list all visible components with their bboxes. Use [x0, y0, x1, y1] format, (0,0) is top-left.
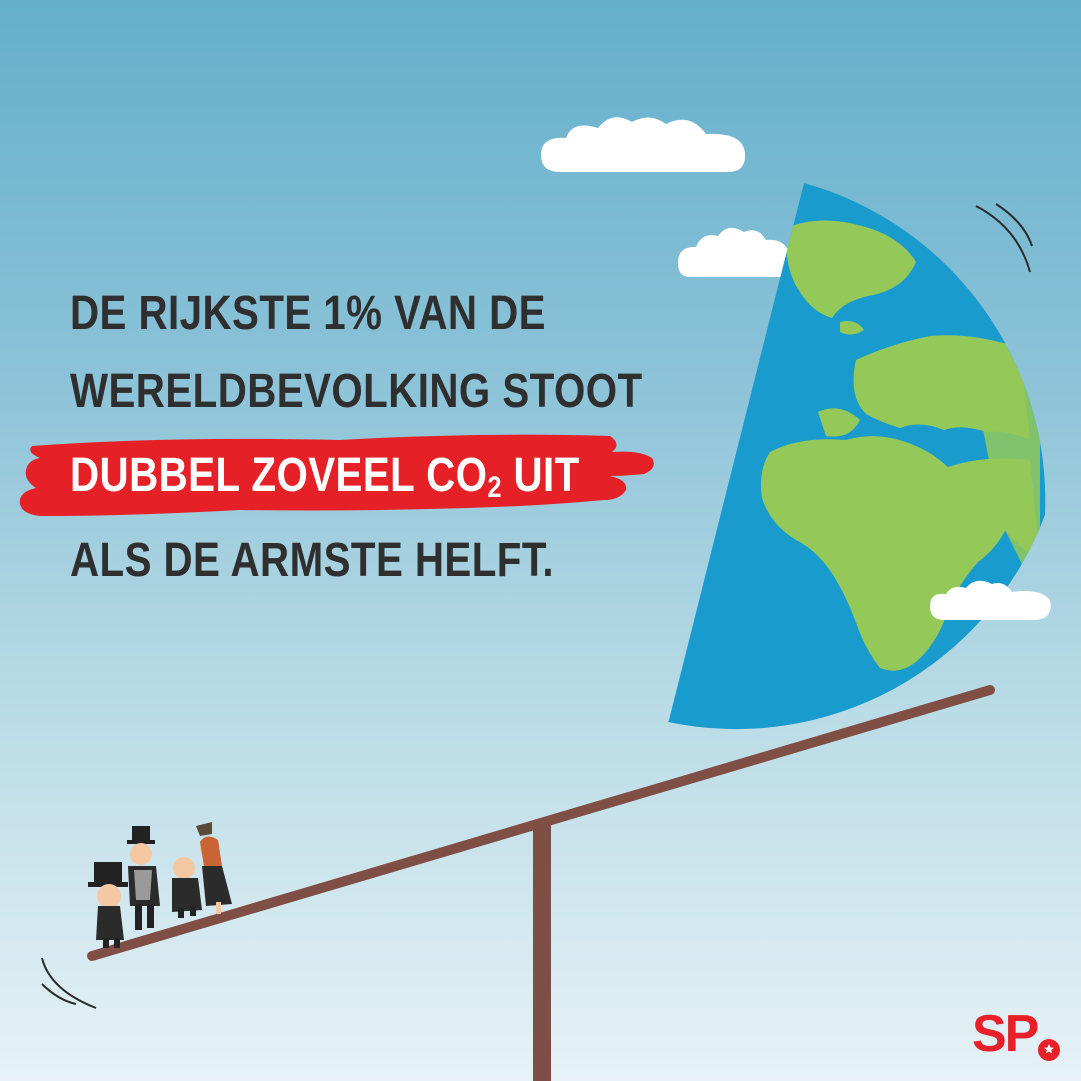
headline-line-3: DUBBEL ZOVEEL CO2 UIT [70, 449, 580, 503]
headline-line-1: DE RIJKSTE 1% VAN DE [70, 287, 546, 340]
co2-subscript: 2 [487, 471, 502, 504]
cloud-icon [541, 117, 746, 172]
motion-lines-icon [975, 203, 1033, 273]
headline-line-2: WERELDBEVOLKING STOOT [70, 365, 643, 418]
rich-people-figures [88, 822, 232, 948]
motion-lines-icon [41, 957, 97, 1009]
tomato-logo-icon [1038, 1039, 1060, 1061]
headline-line-3-main: DUBBEL ZOVEEL CO [70, 449, 488, 502]
cloud-icon [678, 227, 792, 277]
sp-logo: SP [972, 1005, 1039, 1063]
headline-line-4: ALS DE ARMSTE HELFT. [70, 534, 555, 587]
seesaw-infographic: DE RIJKSTE 1% VAN DE WERELDBEVOLKING STO… [0, 0, 1081, 1081]
headline-line-3-end: UIT [501, 449, 580, 502]
